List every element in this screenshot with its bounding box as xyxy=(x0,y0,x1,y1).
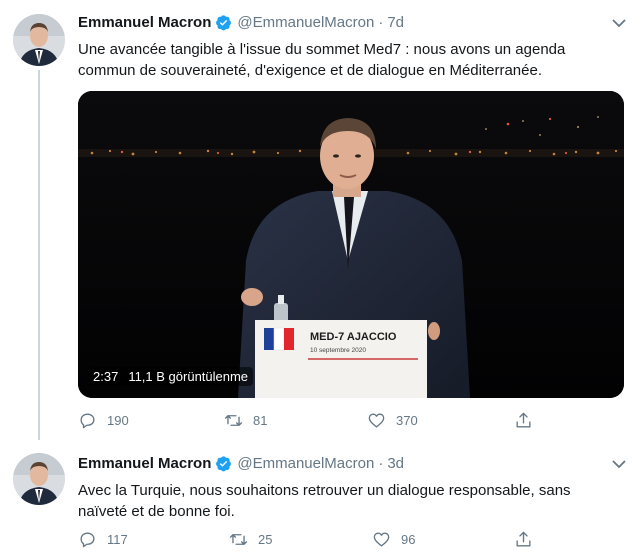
podium-title: MED-7 AJACCIO xyxy=(310,331,397,343)
podium-date: 10 septembre 2020 xyxy=(310,347,366,354)
like-count: 370 xyxy=(396,413,418,428)
retweet-icon xyxy=(224,415,243,426)
tweet-actions: 190 81 370 xyxy=(78,411,618,433)
tweet-header: Emmanuel Macron @EmmanuelMacron · 7d xyxy=(78,14,404,31)
heart-icon xyxy=(373,532,390,547)
like-button[interactable]: 370 xyxy=(367,411,418,430)
tweet-timestamp[interactable]: 7d xyxy=(387,14,404,31)
reply-icon xyxy=(80,413,95,429)
meta-separator: · xyxy=(378,14,384,31)
verified-badge-icon xyxy=(216,15,232,31)
avatar-image xyxy=(13,14,65,66)
reply-count: 117 xyxy=(107,532,128,547)
like-count: 96 xyxy=(401,532,416,547)
tweet-actions: 117 25 96 xyxy=(78,530,618,552)
tweet[interactable]: Emmanuel Macron @EmmanuelMacron · 3d Ave… xyxy=(0,445,640,555)
video-info-badge: 2:37 11,1 B görüntülenme xyxy=(88,367,254,386)
video-duration: 2:37 xyxy=(93,369,119,384)
tweet[interactable]: Emmanuel Macron @EmmanuelMacron · 7d Une… xyxy=(0,0,640,445)
chevron-down-icon[interactable] xyxy=(612,18,626,28)
avatar[interactable] xyxy=(13,14,65,66)
tweet-header: Emmanuel Macron @EmmanuelMacron · 3d xyxy=(78,455,404,472)
avatar-image xyxy=(13,453,65,505)
avatar[interactable] xyxy=(13,453,65,505)
retweet-icon xyxy=(229,534,248,545)
author-name[interactable]: Emmanuel Macron xyxy=(78,14,211,31)
reply-button[interactable]: 190 xyxy=(78,411,129,430)
like-button[interactable]: 96 xyxy=(372,530,415,549)
share-button[interactable] xyxy=(514,530,543,549)
heart-icon xyxy=(368,413,385,428)
reply-count: 190 xyxy=(107,413,129,428)
share-icon xyxy=(516,412,531,428)
meta-separator: · xyxy=(378,455,384,472)
tweet-text: Avec la Turquie, nous souhaitons retrouv… xyxy=(78,482,571,520)
share-icon xyxy=(516,531,531,547)
video-thumbnail: MED-7 AJACCIO 10 septembre 2020 xyxy=(78,91,624,398)
verified-badge-icon xyxy=(216,456,232,472)
author-name[interactable]: Emmanuel Macron xyxy=(78,455,211,472)
author-handle[interactable]: @EmmanuelMacron xyxy=(237,14,374,31)
video-views: 11,1 B görüntülenme xyxy=(128,369,249,384)
author-handle[interactable]: @EmmanuelMacron xyxy=(237,455,374,472)
retweet-count: 81 xyxy=(253,413,268,428)
tweet-text: Une avancée tangible à l'issue du sommet… xyxy=(78,41,566,79)
reply-icon xyxy=(80,532,95,548)
share-button[interactable] xyxy=(514,411,543,430)
video-player[interactable]: MED-7 AJACCIO 10 septembre 2020 2:37 11,1… xyxy=(78,91,624,398)
retweet-button[interactable]: 81 xyxy=(224,411,267,430)
retweet-count: 25 xyxy=(258,532,273,547)
reply-button[interactable]: 117 xyxy=(78,530,128,549)
chevron-down-icon[interactable] xyxy=(612,459,626,469)
retweet-button[interactable]: 25 xyxy=(229,530,272,549)
tweet-timestamp[interactable]: 3d xyxy=(387,455,404,472)
